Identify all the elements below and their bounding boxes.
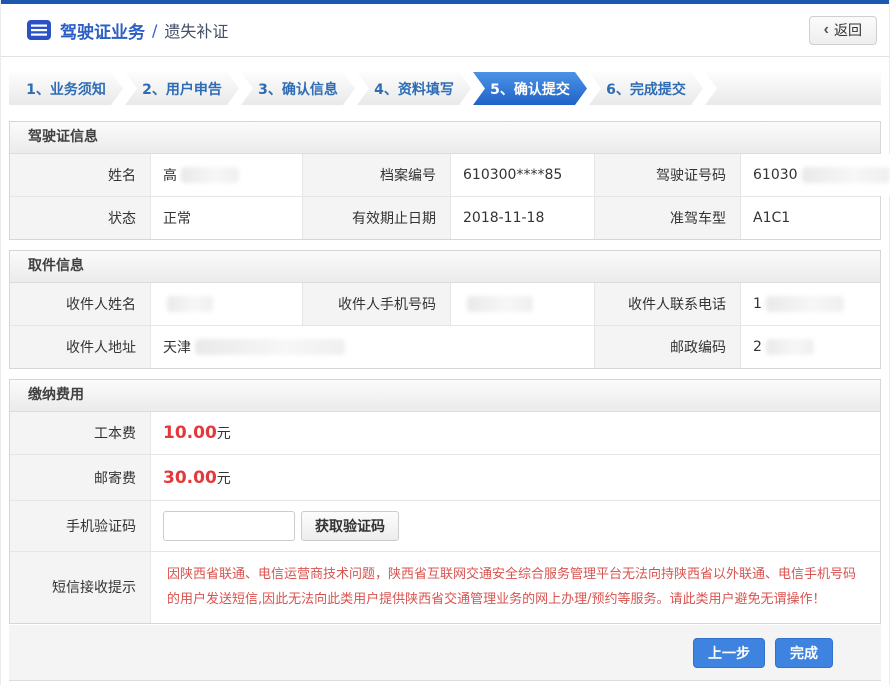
page-subtitle: 遗失补证 (164, 18, 228, 42)
redacted-area (195, 339, 345, 355)
redacted-area (467, 296, 533, 312)
finish-button[interactable]: 完成 (775, 638, 833, 668)
file-no-label: 档案编号 (302, 154, 450, 196)
previous-step-button[interactable]: 上一步 (693, 638, 765, 668)
step-1-business-notice[interactable]: 1、业务须知 (9, 72, 123, 105)
work-fee-unit: 元 (217, 423, 231, 443)
page-title: 驾驶证业务 (60, 18, 145, 43)
redacted-area (766, 339, 814, 355)
recipient-name-value (150, 283, 302, 325)
step-wizard: 1、业务须知 2、用户申告 3、确认信息 4、资料填写 5、确认提交 6、完成提… (9, 72, 881, 105)
redacted-area (167, 296, 213, 312)
postal-code-label: 邮政编码 (594, 326, 740, 368)
pickup-info-section: 取件信息 收件人姓名 收件人手机号码 收件人联系电话 1 收件人地址 天津 邮政… (9, 250, 881, 369)
status-label: 状态 (10, 197, 150, 239)
sms-notice-label: 短信接收提示 (10, 552, 150, 623)
table-row: 邮寄费 30.00元 (10, 454, 880, 500)
work-fee-value: 10.00元 (150, 412, 880, 454)
table-row: 姓名 高 档案编号 610300****85 驾驶证号码 61030 (10, 154, 880, 196)
fees-section: 缴纳费用 工本费 10.00元 邮寄费 30.00元 手机验证码 获取验证码 短… (9, 379, 881, 624)
file-no-value: 610300****85 (450, 154, 594, 196)
vehicle-class-value: A1C1 (740, 197, 880, 239)
name-label: 姓名 (10, 154, 150, 196)
status-value: 正常 (150, 197, 302, 239)
postal-code-value: 2 (740, 326, 880, 368)
recipient-address-label: 收件人地址 (10, 326, 150, 368)
step-3-confirm-info[interactable]: 3、确认信息 (241, 72, 355, 105)
fees-section-title: 缴纳费用 (10, 380, 880, 412)
table-row: 短信接收提示 因陕西省联通、电信运营商技术问题，陕西省互联网交通安全综合服务管理… (10, 551, 880, 623)
mail-fee-label: 邮寄费 (10, 455, 150, 500)
redacted-area (802, 167, 890, 183)
sms-code-label: 手机验证码 (10, 501, 150, 551)
redacted-area (181, 167, 239, 183)
recipient-phone-value: 1 (740, 283, 880, 325)
step-2-user-declaration[interactable]: 2、用户申告 (125, 72, 239, 105)
mail-fee-amount: 30.00 (163, 468, 217, 488)
table-row: 收件人地址 天津 邮政编码 2 (10, 325, 880, 368)
chevron-left-icon: ‹ (824, 22, 829, 38)
license-no-value: 61030 (740, 154, 890, 196)
recipient-name-label: 收件人姓名 (10, 283, 150, 325)
license-no-label: 驾驶证号码 (594, 154, 740, 196)
table-row: 收件人姓名 收件人手机号码 收件人联系电话 1 (10, 283, 880, 325)
recipient-phone-label: 收件人联系电话 (594, 283, 740, 325)
sms-code-input[interactable] (163, 511, 295, 541)
vehicle-class-label: 准驾车型 (594, 197, 740, 239)
table-row: 状态 正常 有效期止日期 2018-11-18 准驾车型 A1C1 (10, 196, 880, 239)
back-button[interactable]: ‹ 返回 (809, 16, 877, 45)
recipient-mobile-value (450, 283, 594, 325)
step-5-confirm-submit[interactable]: 5、确认提交 (473, 72, 587, 105)
work-fee-label: 工本费 (10, 412, 150, 454)
recipient-address-value: 天津 (150, 326, 594, 368)
get-sms-code-button[interactable]: 获取验证码 (301, 511, 399, 541)
step-6-complete-submit[interactable]: 6、完成提交 (589, 72, 703, 105)
pickup-info-section-title: 取件信息 (10, 251, 880, 283)
table-row: 手机验证码 获取验证码 (10, 500, 880, 551)
license-info-section-title: 驾驶证信息 (10, 122, 880, 154)
sms-code-field-cell: 获取验证码 (150, 501, 880, 551)
work-fee-amount: 10.00 (163, 423, 217, 443)
step-bar-filler (705, 72, 881, 105)
mail-fee-value: 30.00元 (150, 455, 880, 500)
license-info-section: 驾驶证信息 姓名 高 档案编号 610300****85 驾驶证号码 61030… (9, 121, 881, 240)
step-4-fill-data[interactable]: 4、资料填写 (357, 72, 471, 105)
back-button-label: 返回 (834, 20, 862, 40)
footer-action-bar: 上一步 完成 (9, 625, 881, 681)
recipient-mobile-label: 收件人手机号码 (302, 283, 450, 325)
sms-notice-text: 因陕西省联通、电信运营商技术问题，陕西省互联网交通安全综合服务管理平台无法向持陕… (163, 556, 868, 619)
name-value: 高 (150, 154, 302, 196)
table-row: 工本费 10.00元 (10, 412, 880, 454)
list-icon (27, 20, 51, 40)
page-header: 驾驶证业务 / 遗失补证 ‹ 返回 (1, 4, 889, 57)
redacted-area (766, 296, 844, 312)
expiry-label: 有效期止日期 (302, 197, 450, 239)
title-separator: / (152, 21, 157, 40)
sms-notice-cell: 因陕西省联通、电信运营商技术问题，陕西省互联网交通安全综合服务管理平台无法向持陕… (150, 552, 880, 623)
mail-fee-unit: 元 (217, 468, 231, 488)
expiry-value: 2018-11-18 (450, 197, 594, 239)
